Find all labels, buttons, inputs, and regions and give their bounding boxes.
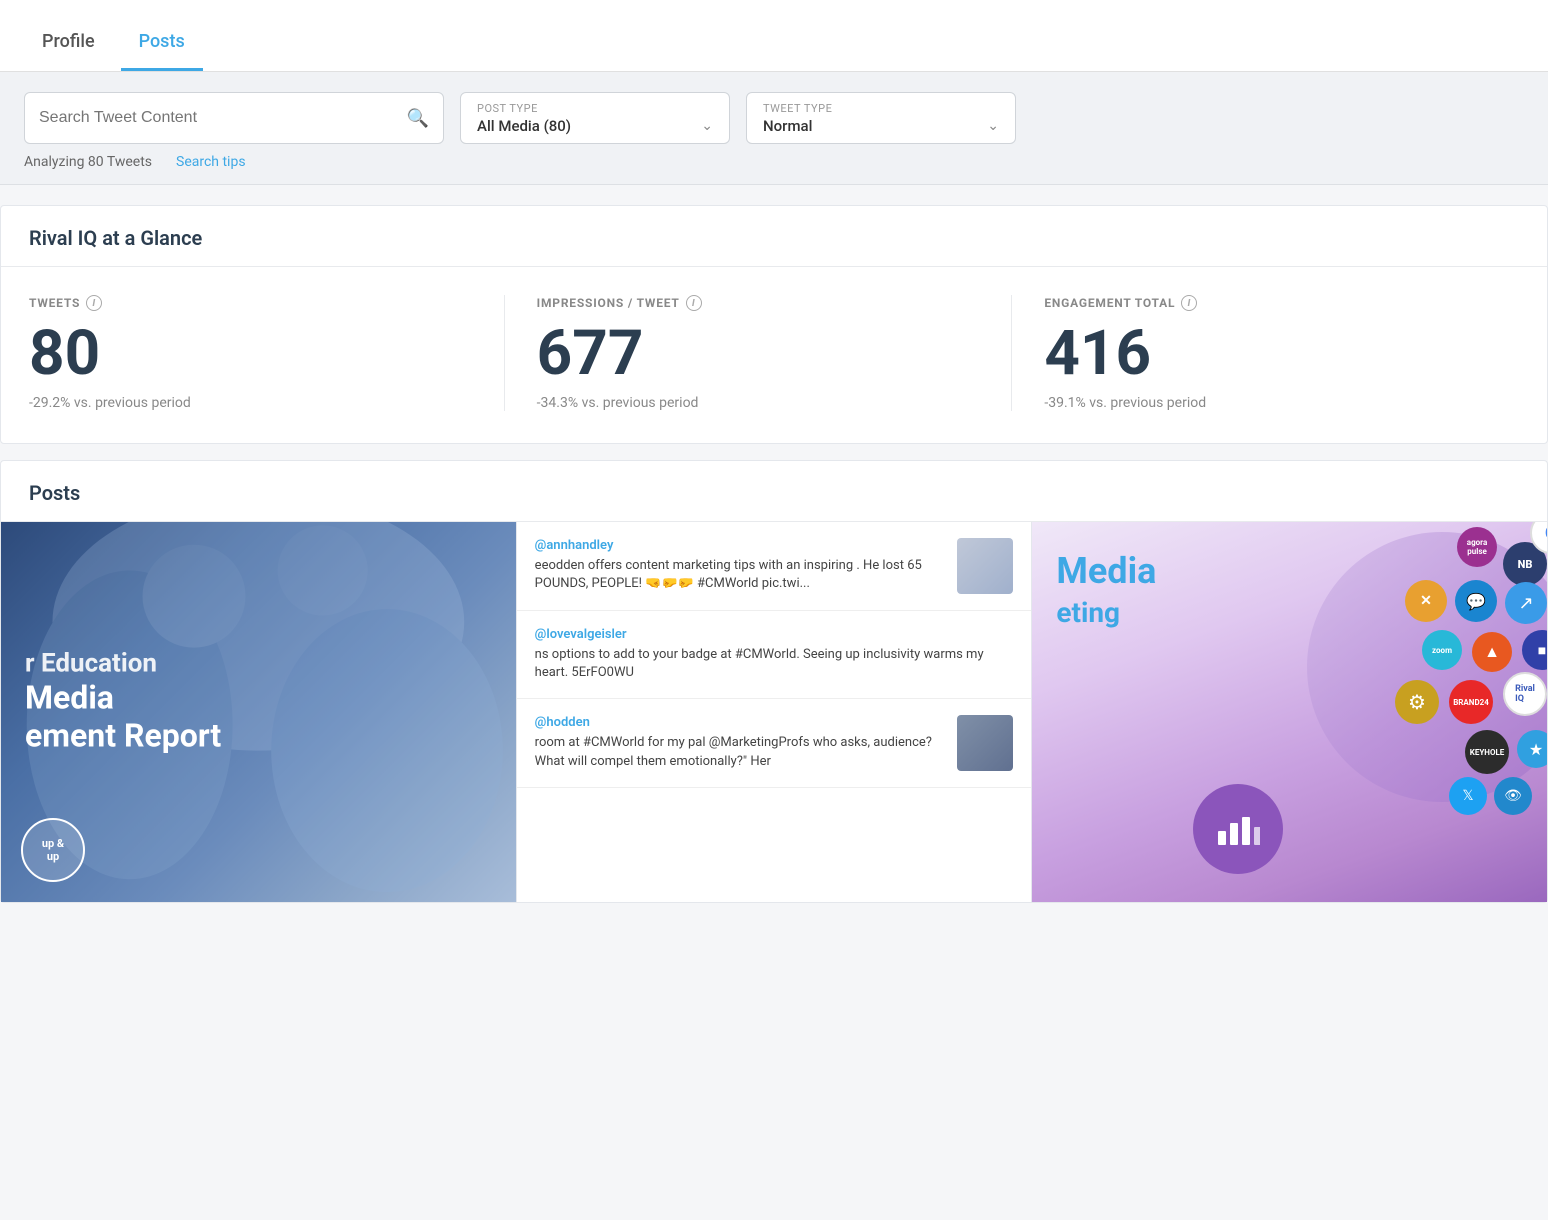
tweet-author-2: @lovevalgeisler: [535, 627, 1014, 642]
impressions-info-icon[interactable]: i: [686, 295, 702, 311]
engagement-change: -39.1% vs. previous period: [1044, 395, 1487, 411]
tweet-type-value: Normal: [763, 117, 812, 135]
filter-meta: Analyzing 80 Tweets Search tips: [24, 144, 1524, 184]
tweet-thumb-3: [957, 715, 1013, 771]
card3-text: Media eting: [1032, 522, 1547, 659]
post-card-2[interactable]: @annhandley eeodden offers content marke…: [517, 522, 1033, 902]
glance-header: Rival IQ at a Glance: [1, 206, 1547, 267]
tweet-item-3[interactable]: @hodden room at #CMWorld for my pal @Mar…: [517, 699, 1032, 788]
search-tips-link[interactable]: Search tips: [176, 154, 246, 170]
card1-line2: Media: [25, 678, 221, 716]
card1-background: r Education Media ement Report up &up: [1, 522, 516, 902]
engagement-value: 416: [1044, 323, 1487, 385]
post-card-1[interactable]: r Education Media ement Report up &up: [1, 522, 517, 902]
brand-dot-star: ★: [1517, 730, 1547, 768]
post-card-3[interactable]: Media eting: [1032, 522, 1547, 902]
tweet-thumb-1: [957, 538, 1013, 594]
card1-text-overlay: r Education Media ement Report: [25, 648, 221, 754]
tweet-content-1: @annhandley eeodden offers content marke…: [535, 538, 946, 594]
search-icon: 🔍: [407, 108, 429, 129]
posts-header: Posts: [1, 461, 1547, 522]
chevron-down-icon-2: ⌄: [987, 118, 999, 134]
impressions-label: IMPRESSIONS / TWEET i: [537, 295, 980, 311]
tweet-type-dropdown[interactable]: Tweet Type Normal ⌄: [746, 92, 1016, 144]
engagement-info-icon[interactable]: i: [1181, 295, 1197, 311]
tweet-author-3: @hodden: [535, 715, 946, 730]
post-type-label: Post Type: [477, 102, 713, 115]
brand-dot-twitter: 𝕏: [1449, 777, 1487, 815]
brand-dot-gear: ⚙: [1395, 680, 1439, 724]
impressions-value: 677: [537, 323, 980, 385]
tweets-info-icon[interactable]: i: [86, 295, 102, 311]
card1-line1: r Education: [25, 648, 221, 678]
stat-impressions: IMPRESSIONS / TWEET i 677 -34.3% vs. pre…: [537, 295, 1013, 411]
impressions-change: -34.3% vs. previous period: [537, 395, 980, 411]
glance-section: Rival IQ at a Glance TWEETS i 80 -29.2% …: [0, 205, 1548, 444]
card3-title-line2: eting: [1056, 596, 1523, 629]
filter-row: 🔍 Post Type All Media (80) ⌄ Tweet Type …: [24, 92, 1524, 144]
posts-grid: r Education Media ement Report up &up @a…: [1, 522, 1547, 902]
engagement-label: ENGAGEMENT TOTAL i: [1044, 295, 1487, 311]
filter-bar: 🔍 Post Type All Media (80) ⌄ Tweet Type …: [0, 72, 1548, 185]
nav-bar: Profile Posts: [0, 0, 1548, 72]
tweet-author-1: @annhandley: [535, 538, 946, 553]
stat-tweets: TWEETS i 80 -29.2% vs. previous period: [29, 295, 505, 411]
brand-dot-iq: RivalIQ: [1503, 672, 1547, 716]
tweet-text-3: room at #CMWorld for my pal @MarketingPr…: [535, 734, 946, 770]
posts-section: Posts r Education Media: [0, 460, 1548, 903]
chart-circle: [1193, 784, 1283, 874]
tweets-value: 80: [29, 323, 472, 385]
tweet-text-2: ns options to add to your badge at #CMWo…: [535, 646, 1014, 682]
card3-title-line1: Media: [1056, 552, 1523, 592]
tweet-item-2[interactable]: @lovevalgeisler ns options to add to you…: [517, 611, 1032, 699]
stat-engagement: ENGAGEMENT TOTAL i 416 -39.1% vs. previo…: [1044, 295, 1519, 411]
tab-profile[interactable]: Profile: [24, 11, 113, 71]
posts-title: Posts: [29, 481, 80, 505]
brand-dot-brand24: BRAND24: [1449, 680, 1493, 724]
search-input[interactable]: [39, 109, 407, 127]
post-type-value: All Media (80): [477, 117, 571, 135]
tweet-content-3: @hodden room at #CMWorld for my pal @Mar…: [535, 715, 946, 771]
card1-logo: up &up: [21, 818, 85, 882]
tweet-text-1: eeodden offers content marketing tips wi…: [535, 557, 946, 593]
tweet-type-label: Tweet Type: [763, 102, 999, 115]
tweets-label: TWEETS i: [29, 295, 472, 311]
post-type-value-row: All Media (80) ⌄: [477, 117, 713, 135]
chart-bars-icon: [1216, 811, 1260, 847]
brand-dot-eye: 👁: [1494, 777, 1532, 815]
post-type-dropdown[interactable]: Post Type All Media (80) ⌄: [460, 92, 730, 144]
chevron-down-icon: ⌄: [701, 118, 713, 134]
tweet-content-2: @lovevalgeisler ns options to add to you…: [535, 627, 1014, 682]
tweets-change: -29.2% vs. previous period: [29, 395, 472, 411]
tweet-type-value-row: Normal ⌄: [763, 117, 999, 135]
analyzing-text: Analyzing 80 Tweets: [24, 154, 152, 170]
search-input-wrap[interactable]: 🔍: [24, 92, 444, 144]
tab-posts[interactable]: Posts: [121, 11, 203, 71]
tweet-item-1[interactable]: @annhandley eeodden offers content marke…: [517, 522, 1032, 611]
card1-line3: ement Report: [25, 716, 221, 754]
stats-row: TWEETS i 80 -29.2% vs. previous period I…: [1, 267, 1547, 443]
glance-title: Rival IQ at a Glance: [29, 226, 202, 250]
brand-dot-keyhole: KEYHOLE: [1465, 730, 1509, 774]
